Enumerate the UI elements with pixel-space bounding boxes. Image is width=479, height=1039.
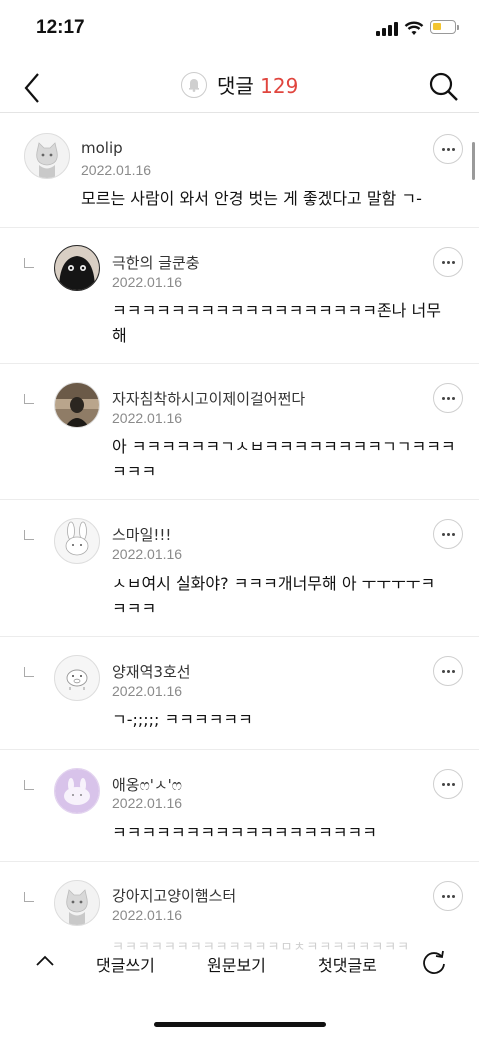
more-icon: [441, 670, 445, 673]
more-icon: [441, 895, 445, 898]
reply-item: 강아지고양이햄스터 2022.01.16: [0, 862, 479, 932]
black-cat-avatar-icon: [55, 246, 99, 290]
more-icon: [441, 261, 445, 264]
default-cat-avatar-icon: [25, 134, 69, 178]
more-options-button[interactable]: [433, 247, 463, 277]
more-icon: [441, 397, 445, 400]
more-icon: [441, 533, 445, 536]
view-original-button[interactable]: 원문보기: [207, 952, 266, 976]
comments-header: 댓글 129: [0, 60, 479, 113]
bell-icon[interactable]: [180, 72, 207, 98]
comment-item: molip 2022.01.16 모르는 사람이 와서 안경 벗는 게 좋겠다고…: [0, 113, 479, 228]
comment-author[interactable]: 강아지고양이햄스터: [112, 885, 236, 906]
comment-line: ㅋㅋㅋ: [112, 599, 157, 618]
comment-line: 해: [112, 326, 127, 345]
comment-author[interactable]: 애옹ෆ'ㅅ'ෆ: [112, 774, 182, 795]
photo-avatar-icon: [55, 383, 99, 427]
comment-author[interactable]: 극한의 글쿤충: [112, 252, 200, 273]
comment-author[interactable]: molip: [81, 139, 123, 157]
battery-icon: [430, 20, 456, 34]
page-title: 댓글 129: [0, 70, 479, 99]
battery-tip: [457, 25, 459, 30]
avatar[interactable]: [54, 245, 100, 291]
avatar[interactable]: [54, 880, 100, 926]
more-options-button[interactable]: [433, 881, 463, 911]
chevron-up-icon[interactable]: [34, 954, 56, 968]
reply-icon: [24, 530, 34, 540]
avatar[interactable]: [54, 655, 100, 701]
status-time: 12:17: [36, 17, 85, 38]
comment-body-peek: ㅋㅋㅋㅋㅋㅋㅋㅋㅋㅋㅋㅋㅋㅁㅊㅋㅋㅋㅋㅋㅋㅋㅋ: [112, 940, 411, 955]
rabbit-avatar-icon: [55, 519, 99, 563]
comment-date: 2022.01.16: [81, 162, 152, 178]
comment-body: ㄱ-;;;;; ㅋㅋㅋㅋㅋㅋ: [112, 707, 253, 732]
signal-icon: [376, 22, 398, 36]
comment-line: ㅋㅋㅋㅋㅋㅋㅋㅋㅋㅋㅋㅋㅋㅋㅋㅋㅋㅋ: [112, 823, 377, 842]
more-options-button[interactable]: [433, 656, 463, 686]
write-comment-button[interactable]: 댓글쓰기: [96, 952, 155, 976]
comment-count: 129: [260, 74, 299, 98]
comment-date: 2022.01.16: [112, 410, 183, 426]
reply-icon: [24, 892, 34, 902]
default-cat-avatar-icon: [55, 881, 99, 925]
refresh-icon[interactable]: [420, 948, 448, 976]
more-options-button[interactable]: [433, 383, 463, 413]
reply-item: 극한의 글쿤충 2022.01.16 ㅋㅋㅋㅋㅋㅋㅋㅋㅋㅋㅋㅋㅋㅋㅋㅋㅋㅋ존나 …: [0, 228, 479, 364]
reply-icon: [24, 258, 34, 268]
comment-date: 2022.01.16: [112, 907, 183, 923]
title-label: 댓글: [217, 74, 254, 98]
comment-author[interactable]: 양재역3호선: [112, 661, 191, 682]
comment-line: 아 ㅋㅋㅋㅋㅋㅋㄱㅅㅂㅋㅋㅋㅋㅋㅋㅋㅋㄱㄱㅋㅋㅋ: [112, 437, 456, 456]
comment-date: 2022.01.16: [112, 274, 183, 290]
reply-item: 스마일!!! 2022.01.16 ㅅㅂ여시 실화야? ㅋㅋㅋ개너무해 아 ㅜㅜ…: [0, 500, 479, 637]
comment-body: ㅋㅋㅋㅋㅋㅋㅋㅋㅋㅋㅋㅋㅋㅋㅋㅋㅋㅋ존나 너무 해: [112, 298, 441, 348]
wifi-icon: [404, 21, 424, 35]
more-icon: [441, 148, 445, 151]
reply-icon: [24, 780, 34, 790]
comment-date: 2022.01.16: [112, 795, 183, 811]
more-options-button[interactable]: [433, 769, 463, 799]
comment-author[interactable]: 스마일!!!: [112, 524, 171, 545]
search-button[interactable]: [424, 68, 464, 104]
more-options-button[interactable]: [433, 134, 463, 164]
comment-date: 2022.01.16: [112, 546, 183, 562]
status-bar: 12:17: [0, 0, 479, 60]
comment-body: 아 ㅋㅋㅋㅋㅋㅋㄱㅅㅂㅋㅋㅋㅋㅋㅋㅋㅋㄱㄱㅋㅋㅋ ㅋㅋㅋ: [112, 434, 456, 484]
avatar[interactable]: [54, 382, 100, 428]
more-icon: [441, 783, 445, 786]
comment-author[interactable]: 자자침착하시고이제이걸어쩐다: [112, 388, 305, 409]
avatar[interactable]: [24, 133, 70, 179]
reply-item: 애옹ෆ'ㅅ'ෆ 2022.01.16 ㅋㅋㅋㅋㅋㅋㅋㅋㅋㅋㅋㅋㅋㅋㅋㅋㅋㅋ: [0, 750, 479, 862]
search-icon: [429, 72, 458, 101]
comment-date: 2022.01.16: [112, 683, 183, 699]
comment-line: ㅅㅂ여시 실화야? ㅋㅋㅋ개너무해 아 ㅜㅜㅜㅜㅋ: [112, 574, 436, 593]
comment-line: ㄱ-;;;;; ㅋㅋㅋㅋㅋㅋ: [112, 710, 253, 729]
comment-line: ㅋㅋㅋ: [112, 462, 157, 481]
reply-item: 자자침착하시고이제이걸어쩐다 2022.01.16 아 ㅋㅋㅋㅋㅋㅋㄱㅅㅂㅋㅋㅋ…: [0, 364, 479, 500]
comment-line: ㅋㅋㅋㅋㅋㅋㅋㅋㅋㅋㅋㅋㅋㅋㅋㅋㅋㅋ존나 너무: [112, 301, 441, 320]
comment-body: 모르는 사람이 와서 안경 벗는 게 좋겠다고 말함 ㄱ-: [81, 186, 422, 211]
reply-icon: [24, 667, 34, 677]
avatar[interactable]: [54, 518, 100, 564]
comment-line: 모르는 사람이 와서 안경 벗는 게 좋겠다고 말함 ㄱ-: [81, 189, 422, 208]
reply-item: 양재역3호선 2022.01.16 ㄱ-;;;;; ㅋㅋㅋㅋㅋㅋ: [0, 637, 479, 750]
comment-body: ㅅㅂ여시 실화야? ㅋㅋㅋ개너무해 아 ㅜㅜㅜㅜㅋ ㅋㅋㅋ: [112, 571, 435, 621]
first-comment-button[interactable]: 첫댓글로: [318, 952, 377, 976]
home-indicator[interactable]: [154, 1022, 326, 1027]
character-avatar-icon: [55, 656, 99, 700]
comment-body: ㅋㅋㅋㅋㅋㅋㅋㅋㅋㅋㅋㅋㅋㅋㅋㅋㅋㅋ: [112, 820, 377, 845]
reply-icon: [24, 394, 34, 404]
avatar[interactable]: [54, 768, 100, 814]
more-options-button[interactable]: [433, 519, 463, 549]
bunny-purple-avatar-icon: [55, 769, 99, 813]
